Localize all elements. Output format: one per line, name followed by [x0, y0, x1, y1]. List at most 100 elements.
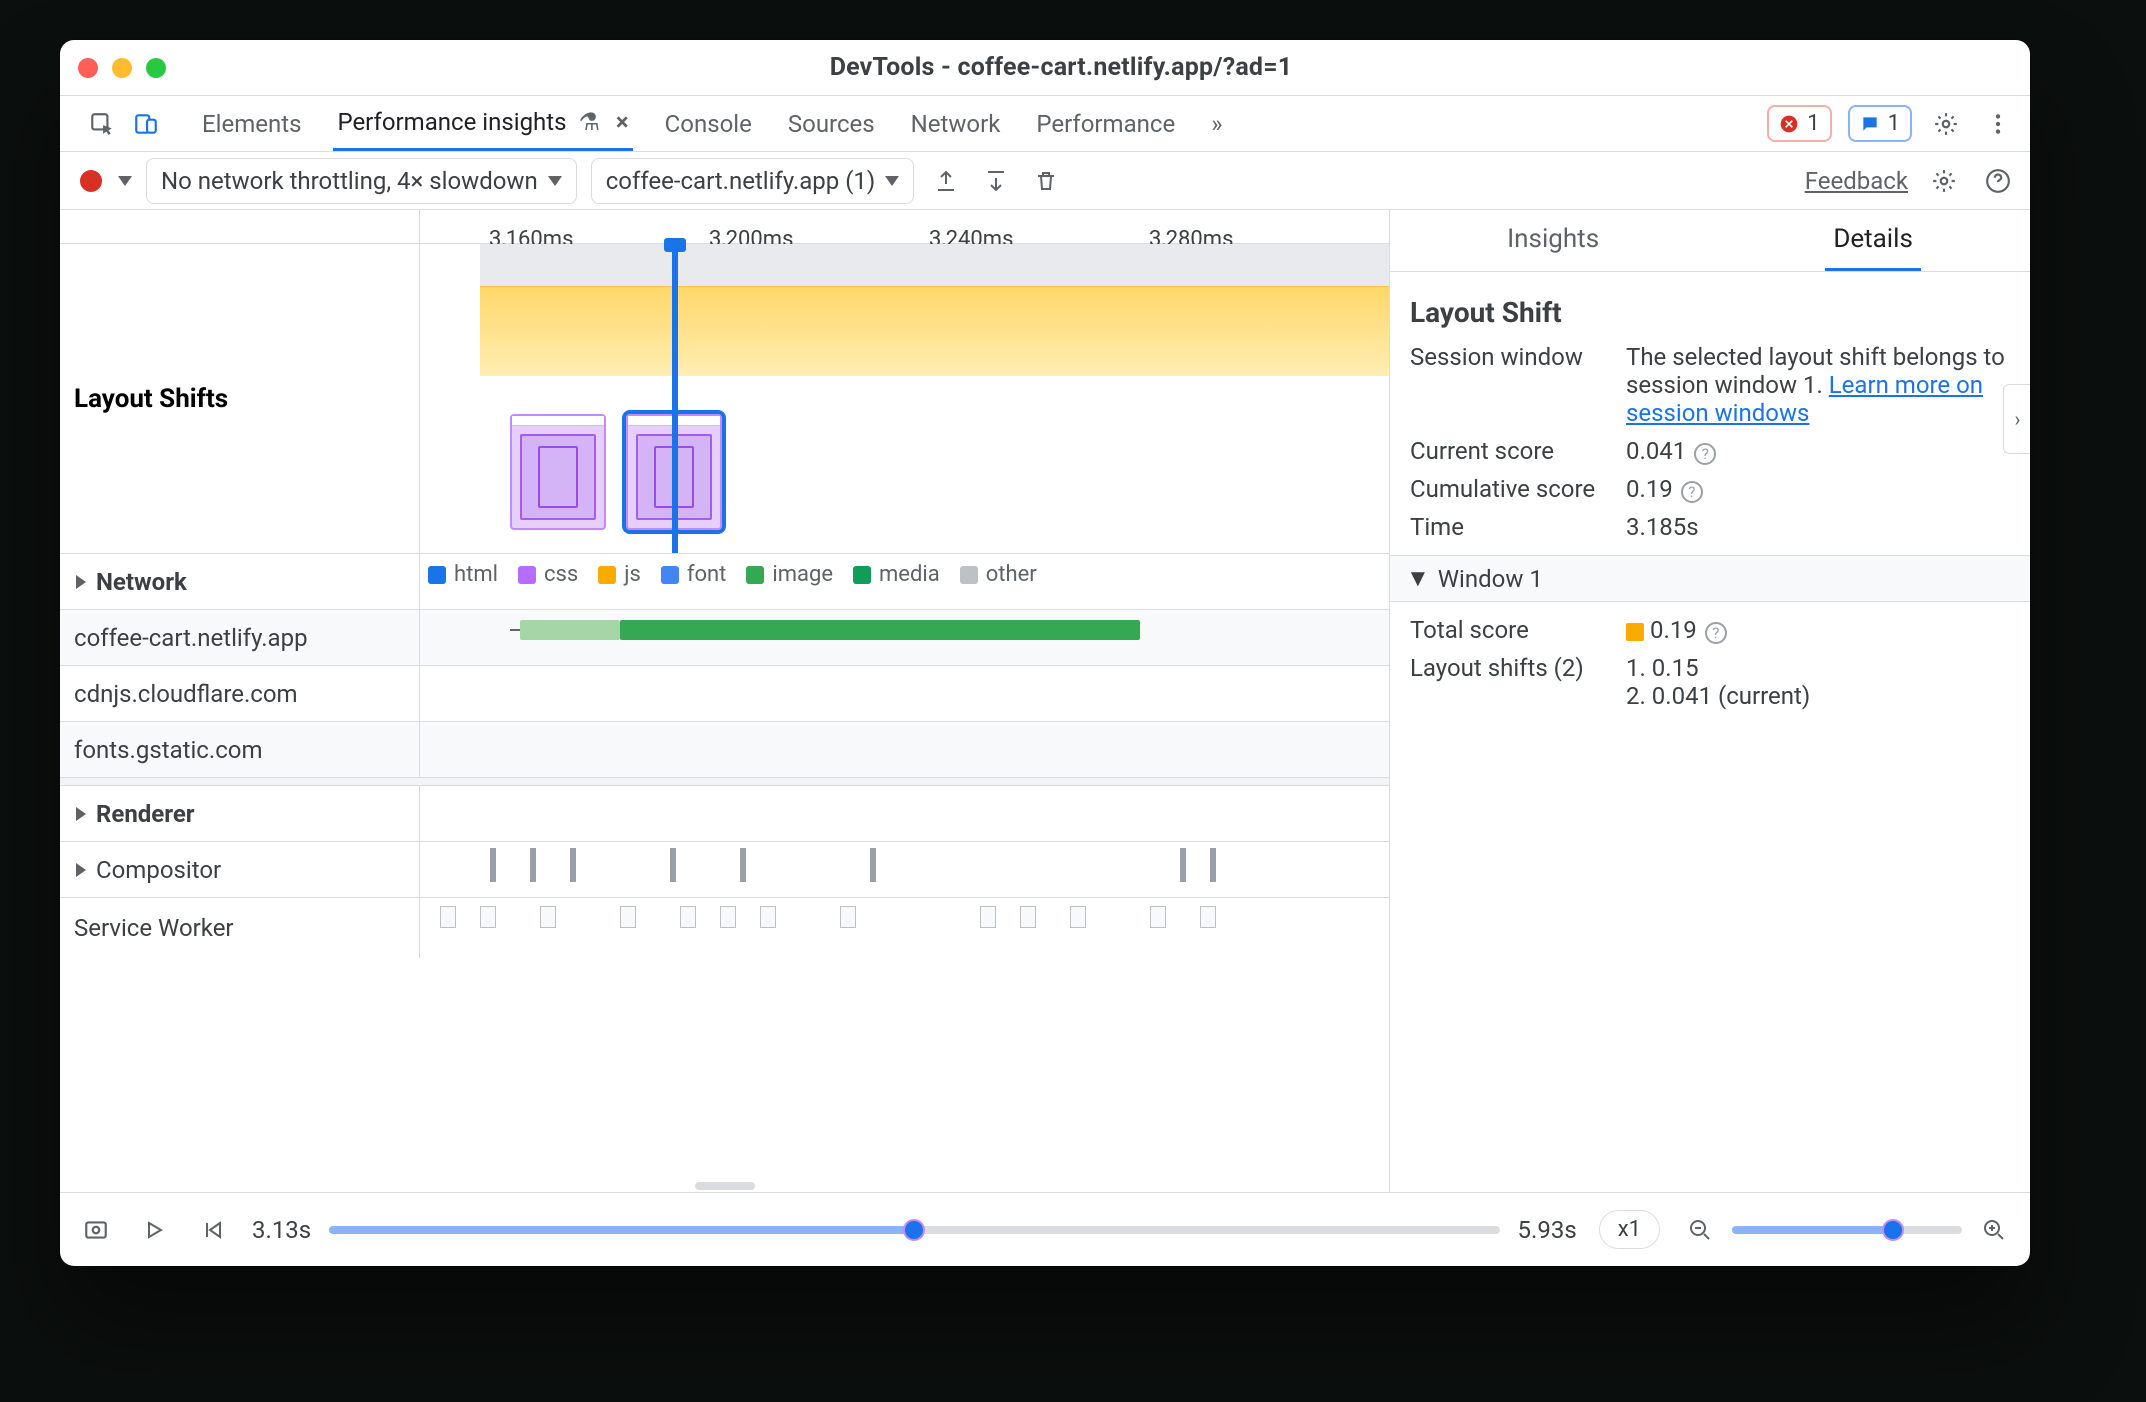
legend-font: font	[687, 562, 727, 587]
network-host-row: cdnjs.cloudflare.com	[60, 666, 1389, 722]
record-button[interactable]	[80, 170, 102, 192]
time-ruler[interactable]: 3,160ms 3,200ms 3,240ms 3,280ms	[60, 210, 1389, 244]
tab-label: Performance insights	[337, 108, 566, 136]
maximize-window-button[interactable]	[146, 58, 166, 78]
expand-side-icon[interactable]: ›	[2003, 384, 2030, 454]
panel-settings-icon[interactable]	[1926, 163, 1962, 199]
range-end: 5.93s	[1518, 1216, 1577, 1244]
shift-item[interactable]: 2. 0.041 (current)	[1626, 682, 2010, 710]
tab-insights[interactable]: Insights	[1499, 210, 1607, 271]
legend-media: media	[879, 562, 940, 587]
help-icon[interactable]: ?	[1694, 443, 1716, 465]
zoom-out-icon[interactable]	[1682, 1212, 1718, 1248]
preview-toggle-icon[interactable]	[78, 1212, 114, 1248]
tab-sources[interactable]: Sources	[784, 98, 879, 150]
footer-controls: 3.13s 5.93s x1	[60, 1192, 2030, 1266]
main-content: 3,160ms 3,200ms 3,240ms 3,280ms Layout S…	[60, 210, 2030, 1192]
request-bar[interactable]	[620, 620, 1140, 640]
time-value: 3.185s	[1626, 513, 2010, 541]
network-legend: html css js font image media other	[420, 554, 1389, 597]
tabs-overflow[interactable]: »	[1207, 98, 1226, 150]
renderer-lane: Renderer	[60, 786, 1389, 842]
window-title: DevTools - coffee-cart.netlify.app/?ad=1	[184, 53, 1938, 82]
layout-shift-thumb[interactable]	[510, 414, 606, 530]
range-start: 3.13s	[252, 1216, 311, 1244]
tab-console[interactable]: Console	[661, 98, 756, 150]
device-toolbar-icon[interactable]	[128, 106, 164, 142]
feedback-link[interactable]: Feedback	[1805, 167, 1908, 195]
shift-window-band	[480, 244, 1389, 286]
jump-start-icon[interactable]	[194, 1212, 230, 1248]
settings-icon[interactable]	[1928, 106, 1964, 142]
tab-performance[interactable]: Performance	[1032, 98, 1179, 150]
lane-label: Service Worker	[60, 898, 420, 958]
compositor-lane: Compositor	[60, 842, 1389, 898]
help-icon[interactable]	[1980, 163, 2016, 199]
legend-html: html	[454, 562, 498, 587]
lane-label[interactable]: Renderer	[60, 786, 420, 841]
expand-icon	[76, 575, 86, 589]
throttling-value: No network throttling, 4× slowdown	[161, 167, 538, 195]
layout-shifts-label: Layout shifts (2)	[1410, 654, 1610, 682]
import-icon[interactable]	[978, 163, 1014, 199]
service-worker-lane: Service Worker	[60, 898, 1389, 958]
window-subheading[interactable]: ▼ Window 1	[1390, 555, 2030, 602]
tab-details[interactable]: Details	[1825, 210, 1921, 271]
kebab-menu-icon[interactable]	[1980, 106, 2016, 142]
shift-score-band	[480, 286, 1389, 376]
zoom-in-icon[interactable]	[1976, 1212, 2012, 1248]
legend-image: image	[772, 562, 833, 587]
time-label: Time	[1410, 513, 1610, 541]
layout-shifts-lane: Layout Shifts	[60, 244, 1389, 554]
total-score-value: 0.19?	[1626, 616, 2010, 644]
messages-count: 1	[1888, 111, 1900, 136]
time-range-slider[interactable]	[329, 1226, 1499, 1234]
legend-css: css	[544, 562, 578, 587]
experiment-icon: ⚗	[578, 108, 600, 136]
layout-shifts-list: 1. 0.15 2. 0.041 (current)	[1626, 654, 2010, 710]
throttling-select[interactable]: No network throttling, 4× slowdown	[146, 158, 577, 204]
lane-label[interactable]: Network	[60, 554, 420, 609]
messages-badge[interactable]: 1	[1848, 105, 1912, 142]
request-bar[interactable]	[520, 620, 620, 640]
details-pane: › Insights Details Layout Shift Session …	[1390, 210, 2030, 1192]
expand-icon	[76, 807, 86, 821]
disclosure-icon: ▼	[1406, 564, 1430, 593]
tab-elements[interactable]: Elements	[198, 98, 305, 150]
recording-select[interactable]: coffee-cart.netlify.app (1)	[591, 158, 915, 204]
export-icon[interactable]	[928, 163, 964, 199]
minimize-window-button[interactable]	[112, 58, 132, 78]
devtools-window: DevTools - coffee-cart.netlify.app/?ad=1…	[60, 40, 2030, 1266]
tab-network[interactable]: Network	[907, 98, 1005, 150]
resize-grip[interactable]	[695, 1182, 755, 1190]
play-button[interactable]	[136, 1212, 172, 1248]
errors-badge[interactable]: 1	[1767, 105, 1831, 142]
zoom-slider[interactable]	[1732, 1226, 1962, 1234]
record-menu-chevron-icon[interactable]	[118, 176, 132, 186]
delete-icon[interactable]	[1028, 163, 1064, 199]
session-window-text: The selected layout shift belongs to ses…	[1626, 343, 2010, 427]
lane-label: Layout Shifts	[60, 244, 420, 553]
panel-tabstrip: Elements Performance insights ⚗ × Consol…	[60, 96, 2030, 152]
request-queue-line	[510, 629, 520, 631]
inspect-element-icon[interactable]	[84, 106, 120, 142]
session-window-label: Session window	[1410, 343, 1610, 371]
help-icon[interactable]: ?	[1681, 481, 1703, 503]
close-window-button[interactable]	[78, 58, 98, 78]
tab-performance-insights[interactable]: Performance insights ⚗ ×	[333, 96, 632, 151]
host-label: cdnjs.cloudflare.com	[60, 666, 420, 721]
errors-count: 1	[1807, 111, 1819, 136]
playhead[interactable]	[672, 244, 678, 553]
timeline-pane: 3,160ms 3,200ms 3,240ms 3,280ms Layout S…	[60, 210, 1390, 1192]
legend-js: js	[624, 562, 641, 587]
details-heading: Layout Shift	[1410, 296, 2010, 329]
playback-speed[interactable]: x1	[1599, 1210, 1660, 1249]
shift-item[interactable]: 1. 0.15	[1626, 654, 2010, 682]
window-controls	[78, 58, 166, 78]
chevron-down-icon	[885, 176, 899, 186]
current-score-label: Current score	[1410, 437, 1610, 465]
cumulative-score-value: 0.19?	[1626, 475, 2010, 503]
help-icon[interactable]: ?	[1705, 622, 1727, 644]
lane-label[interactable]: Compositor	[60, 842, 420, 897]
close-tab-button[interactable]: ×	[616, 108, 629, 136]
